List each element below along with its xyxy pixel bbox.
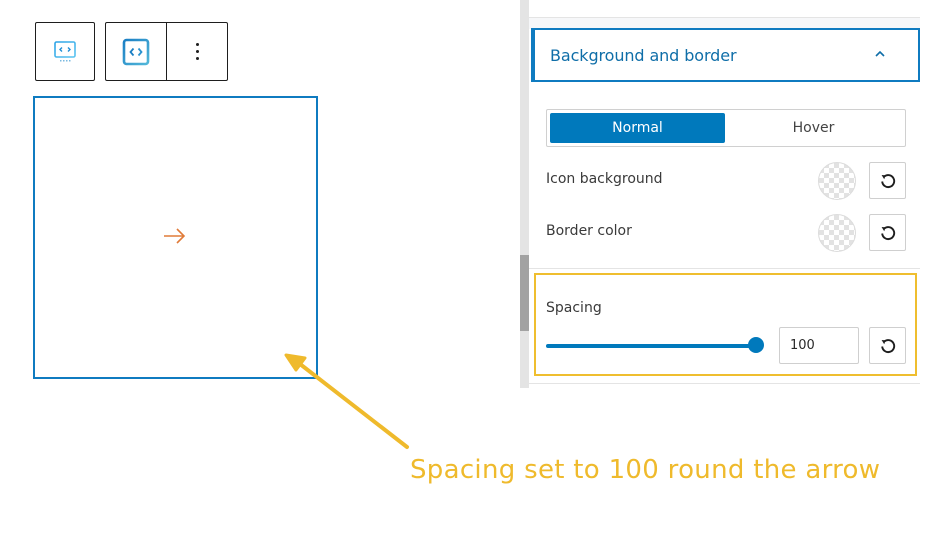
arrow-right-icon (164, 228, 186, 244)
reset-icon (880, 173, 895, 188)
annotation-caption: Spacing set to 100 round the arrow (410, 455, 881, 485)
border-color-swatch[interactable] (818, 214, 856, 252)
section-title: Background and border (550, 45, 737, 65)
block-style-button[interactable] (106, 23, 167, 80)
spacing-slider-track[interactable] (546, 344, 756, 348)
section-divider-bottom (529, 383, 920, 384)
section-divider (529, 268, 920, 269)
border-color-label: Border color (546, 223, 632, 239)
reset-icon (880, 225, 895, 240)
code-block-icon (54, 40, 76, 61)
more-vertical-icon (195, 43, 199, 60)
border-color-reset-button[interactable] (869, 214, 906, 251)
icon-background-label: Icon background (546, 171, 663, 187)
icon-background-color-swatch[interactable] (818, 162, 856, 200)
options-button[interactable] (167, 23, 227, 80)
tab-normal[interactable]: Normal (550, 113, 725, 143)
spacing-label: Spacing (546, 300, 602, 316)
previous-section-end (529, 0, 920, 18)
state-tabs: Normal Hover (546, 109, 906, 147)
code-block-outline-icon (122, 38, 150, 65)
spacing-reset-button[interactable] (869, 327, 906, 364)
settings-panel: Background and border Normal Hover Icon … (529, 0, 920, 388)
block-type-button[interactable] (36, 23, 94, 80)
sidebar-scrollbar-thumb[interactable] (520, 255, 529, 331)
block-toolbar-group-type (35, 22, 95, 81)
background-border-section-toggle[interactable]: Background and border (531, 28, 920, 82)
spacing-slider-thumb[interactable] (748, 337, 764, 353)
spacing-input[interactable] (779, 327, 859, 364)
tab-hover[interactable]: Hover (725, 113, 902, 143)
block-toolbar-group-controls (105, 22, 228, 81)
chevron-up-icon (875, 50, 885, 57)
spacing-highlight-box (534, 273, 917, 376)
reset-icon (880, 338, 895, 353)
icon-background-reset-button[interactable] (869, 162, 906, 199)
